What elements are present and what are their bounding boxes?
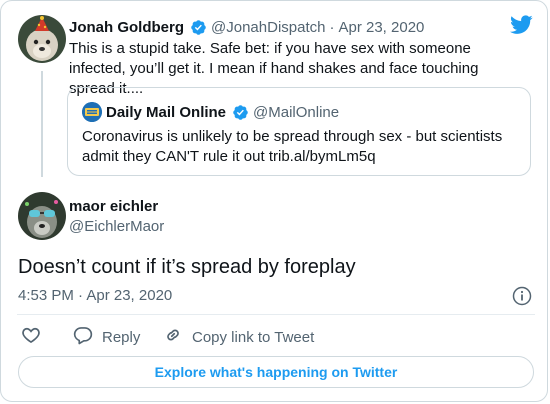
- quoted-tweet-header: Daily Mail Online @MailOnline: [106, 102, 339, 122]
- twitter-bird-icon[interactable]: [510, 15, 533, 35]
- quoted-tweet-text: Coronavirus is unlikely to be spread thr…: [82, 128, 503, 165]
- divider: [17, 314, 535, 315]
- link-icon: [163, 325, 183, 349]
- copy-link-label: Copy link to Tweet: [192, 328, 315, 346]
- quoted-author-handle: @MailOnline: [253, 103, 340, 121]
- reply-button[interactable]: Reply: [73, 325, 140, 349]
- copy-link-button[interactable]: Copy link to Tweet: [163, 325, 314, 349]
- reply-text: Doesn’t count if it’s spread by foreplay: [18, 256, 356, 278]
- like-heart-icon: [21, 325, 41, 349]
- tweet-date[interactable]: Apr 23, 2020: [338, 19, 424, 36]
- reply-timestamp[interactable]: 4:53 PM · Apr 23, 2020: [18, 287, 172, 304]
- verified-badge-icon: [190, 19, 207, 36]
- explore-twitter-button[interactable]: Explore what's happening on Twitter: [18, 356, 534, 388]
- info-icon[interactable]: [512, 286, 532, 306]
- like-button[interactable]: [21, 325, 41, 349]
- avatar-jonah-goldberg[interactable]: [18, 15, 66, 63]
- quoted-tweet[interactable]: Daily Mail Online @MailOnline Coronaviru…: [67, 87, 531, 176]
- avatar-daily-mail: [82, 102, 102, 122]
- tweet-header: Jonah Goldberg @JonahDispatch · Apr 23, …: [69, 17, 424, 37]
- verified-badge-icon: [232, 104, 249, 121]
- separator-dot: ·: [329, 18, 335, 36]
- author-handle[interactable]: @JonahDispatch: [211, 19, 325, 36]
- avatar-maor-eichler[interactable]: [18, 192, 66, 240]
- author-name[interactable]: Jonah Goldberg: [69, 19, 184, 36]
- reply-label: Reply: [102, 328, 141, 346]
- thread-connector-line: [41, 71, 43, 177]
- embedded-tweet-card: Jonah Goldberg @JonahDispatch · Apr 23, …: [0, 0, 548, 402]
- quoted-author-name: Daily Mail Online: [106, 103, 227, 121]
- reply-author-name[interactable]: maor eichler: [69, 198, 158, 215]
- reply-bubble-icon: [73, 325, 93, 349]
- reply-author-handle[interactable]: @EichlerMaor: [69, 218, 164, 235]
